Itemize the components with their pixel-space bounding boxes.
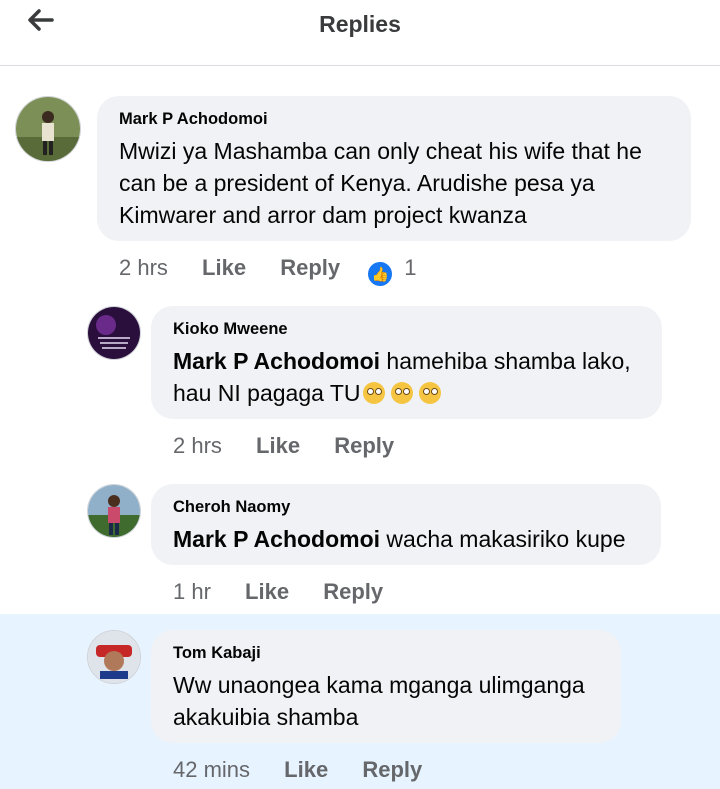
reply-button[interactable]: Reply (362, 757, 422, 782)
comment-author[interactable]: Cheroh Naomy (173, 498, 639, 517)
rolling-eyes-emoji-icon (418, 382, 441, 404)
timestamp[interactable]: 42 mins (173, 757, 250, 782)
top-bar: Replies (0, 0, 720, 66)
avatar[interactable] (87, 630, 141, 684)
rolling-eyes-emoji-icon (362, 382, 385, 404)
comment-author[interactable]: Tom Kabaji (173, 644, 599, 663)
comment-author[interactable]: Mark P Achodomoi (119, 110, 669, 129)
comment-bubble[interactable]: Tom Kabaji Ww unaongea kama mganga ulimg… (151, 630, 621, 743)
reply-button[interactable]: Reply (334, 433, 394, 458)
comment-actions: 1 hr Like Reply (173, 579, 411, 605)
timestamp[interactable]: 2 hrs (119, 255, 168, 280)
like-button[interactable]: Like (202, 255, 246, 280)
mention-link[interactable]: Mark P Achodomoi (173, 348, 380, 374)
reply-button[interactable]: Reply (323, 579, 383, 604)
reply-button[interactable]: Reply (280, 255, 340, 280)
like-button[interactable]: Like (256, 433, 300, 458)
comment-text: Mark P Achodomoi wacha makasiriko kupe (173, 526, 626, 552)
comment-actions: 2 hrs Like Reply (173, 433, 422, 459)
page-title: Replies (319, 11, 401, 37)
avatar[interactable] (87, 484, 141, 538)
rolling-eyes-emoji-icon (390, 382, 413, 404)
reaction-count[interactable]: 1 (404, 255, 416, 280)
thumbs-up-icon[interactable]: 👍 (368, 262, 393, 286)
comment-bubble[interactable]: Kioko Mweene Mark P Achodomoi hamehiba s… (151, 306, 662, 419)
timestamp[interactable]: 1 hr (173, 579, 211, 604)
comment-text: Ww unaongea kama mganga ulimganga akakui… (173, 672, 585, 730)
timestamp[interactable]: 2 hrs (173, 433, 222, 458)
avatar[interactable] (87, 306, 141, 360)
comment-text: Mark P Achodomoi hamehiba shamba lako, h… (173, 348, 631, 406)
like-button[interactable]: Like (245, 579, 289, 604)
comment-text: Mwizi ya Mashamba can only cheat his wif… (119, 138, 642, 228)
comment-author[interactable]: Kioko Mweene (173, 320, 640, 339)
comment-actions: 2 hrs Like Reply 👍 1 (119, 255, 445, 286)
avatar[interactable] (15, 96, 81, 162)
mention-link[interactable]: Mark P Achodomoi (173, 526, 380, 552)
comment-bubble[interactable]: Mark P Achodomoi Mwizi ya Mashamba can o… (97, 96, 691, 241)
comment-actions: 42 mins Like Reply (173, 757, 450, 783)
like-button[interactable]: Like (284, 757, 328, 782)
comment-bubble[interactable]: Cheroh Naomy Mark P Achodomoi wacha maka… (151, 484, 661, 565)
